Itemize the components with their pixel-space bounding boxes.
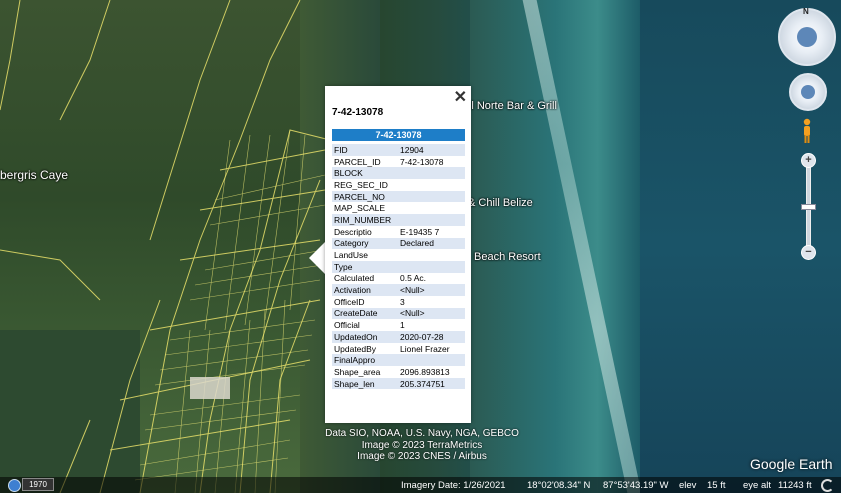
attribute-key: OfficeID: [334, 296, 365, 307]
attribute-value: 3: [400, 296, 405, 307]
historical-year-tag[interactable]: 1970: [22, 478, 54, 491]
attribute-value: [398, 190, 465, 203]
attribute-value: 1: [400, 320, 405, 331]
attribute-row: MAP_SCALE: [332, 202, 465, 214]
attribute-row: UpdatedBy Lionel Frazer: [332, 343, 465, 355]
label-beach-resort[interactable]: Beach Resort: [474, 251, 541, 263]
attribute-row: REG_SEC_ID: [332, 179, 465, 191]
attribute-row: Descriptio E-19435 7: [332, 226, 465, 238]
eye-altitude: 11243 ft: [778, 480, 812, 491]
attribute-row: RIM_NUMBER: [332, 214, 465, 226]
close-icon[interactable]: ✕: [454, 87, 467, 107]
attribute-row: CreateDate <Null>: [332, 307, 465, 320]
parcel-info-popup: ✕ 7-42-13078 7-42-13078 FID 12904 PARCEL_I…: [325, 86, 471, 423]
move-control[interactable]: [789, 73, 827, 111]
attribute-row: LandUse: [332, 249, 465, 261]
attribute-key: MAP_SCALE: [334, 203, 386, 214]
zoom-in-button[interactable]: +: [801, 153, 816, 168]
attribute-value: Lionel Frazer: [400, 343, 450, 354]
attribute-value: <Null>: [398, 307, 465, 320]
street-view-pegman-icon[interactable]: [802, 118, 812, 144]
attribution-line: Image © 2023 TerraMetrics: [361, 439, 483, 451]
attribute-key: CreateDate: [332, 307, 398, 320]
attribute-key: Shape_area: [334, 366, 381, 377]
look-joystick-icon[interactable]: [797, 27, 817, 47]
attribute-value: [398, 214, 465, 226]
attribute-table: FID 12904 PARCEL_ID 7-42-13078 BLOCK REG_SEC_…: [332, 144, 465, 390]
popup-pointer: [309, 242, 325, 274]
attribute-row: Category Declared: [332, 237, 465, 250]
north-indicator[interactable]: N: [803, 7, 809, 16]
google-earth-logo: Google Earth: [750, 456, 833, 472]
hand-icon[interactable]: [801, 85, 815, 99]
attribute-value: 7-42-13078: [400, 156, 444, 167]
attribute-key: FinalAppro: [332, 354, 398, 367]
attribute-key: LandUse: [334, 250, 369, 261]
popup-table-header: 7-42-13078: [332, 129, 465, 141]
attribute-value: [398, 202, 465, 214]
attribute-row: Official 1: [332, 319, 465, 331]
attribute-row: Shape_len 205.374751: [332, 377, 465, 390]
attribute-key: UpdatedOn: [332, 331, 398, 343]
attribute-value: [398, 249, 465, 261]
attribute-value: [398, 354, 465, 367]
label-ambergris-caye: bergris Caye: [0, 168, 69, 182]
attribute-key: PARCEL_NO: [332, 190, 398, 203]
label-chill-belize[interactable]: & Chill Belize: [468, 197, 533, 209]
latitude: 18°02'08.34" N: [527, 480, 591, 491]
attribute-key: Official: [334, 320, 360, 331]
attribute-key: REG_SEC_ID: [334, 179, 388, 190]
attribute-value: 2020-07-28: [398, 331, 465, 343]
attribute-key: Calculated: [334, 273, 375, 284]
status-bar: Imagery Date: 1/26/2021 18°02'08.34" N 8…: [0, 477, 841, 493]
attribution: Data SIO, NOAA, U.S. Navy, NGA, GEBCO Im…: [322, 428, 522, 463]
attribute-key: PARCEL_ID: [334, 156, 381, 167]
look-compass[interactable]: N: [778, 7, 836, 66]
longitude: 87°53'43.19" W: [603, 480, 669, 491]
attribute-row: Shape_area 2096.893813: [332, 366, 465, 378]
attribute-value: 12904: [398, 144, 465, 156]
historical-imagery-icon[interactable]: [8, 479, 21, 492]
attribute-row: PARCEL_NO: [332, 190, 465, 203]
attribute-value: Declared: [398, 237, 465, 250]
attribute-value: 0.5 Ac.: [400, 273, 426, 284]
attribute-value: 205.374751: [398, 377, 465, 390]
attribute-value: E-19435 7: [400, 226, 440, 237]
popup-title: 7-42-13078: [332, 107, 384, 118]
attribute-row: OfficeID 3: [332, 296, 465, 308]
attribute-key: Descriptio: [334, 226, 372, 237]
zoom-slider-handle[interactable]: [801, 204, 816, 210]
attribute-row: UpdatedOn 2020-07-28: [332, 331, 465, 343]
label-el-norte-bar[interactable]: El Norte Bar & Grill: [464, 100, 557, 112]
attribute-row: FID 12904: [332, 144, 465, 156]
attribute-row: Calculated 0.5 Ac.: [332, 273, 465, 285]
attribute-row: PARCEL_ID 7-42-13078: [332, 156, 465, 168]
attribute-key: Category: [332, 237, 398, 250]
attribute-row: FinalAppro: [332, 354, 465, 367]
attribute-key: Type: [332, 260, 398, 273]
elevation-label: elev: [679, 480, 697, 491]
attribute-key: UpdatedBy: [334, 343, 377, 354]
zoom-out-button[interactable]: −: [801, 245, 816, 260]
attribute-key: BLOCK: [332, 167, 398, 180]
attribute-row: Type: [332, 260, 465, 273]
elevation: 15 ft: [707, 480, 726, 491]
attribute-value: [398, 179, 465, 191]
imagery-date: Imagery Date: 1/26/2021: [401, 480, 506, 491]
loading-spinner-icon: [821, 479, 834, 492]
attribute-row: BLOCK: [332, 167, 465, 180]
attribute-key: FID: [332, 144, 398, 156]
eye-alt-label: eye alt: [743, 480, 771, 491]
attribute-key: Shape_len: [332, 377, 398, 390]
attribute-value: 2096.893813: [400, 366, 450, 377]
attribute-key: Activation: [332, 284, 398, 296]
attribute-row: Activation <Null>: [332, 284, 465, 296]
attribution-line: Data SIO, NOAA, U.S. Navy, NGA, GEBCO: [325, 428, 519, 439]
attribute-value: [398, 167, 465, 180]
attribution-line: Image © 2023 CNES / Airbus: [357, 451, 487, 462]
attribute-key: RIM_NUMBER: [332, 214, 398, 226]
attribute-value: <Null>: [398, 284, 465, 296]
attribute-value: [398, 260, 465, 273]
